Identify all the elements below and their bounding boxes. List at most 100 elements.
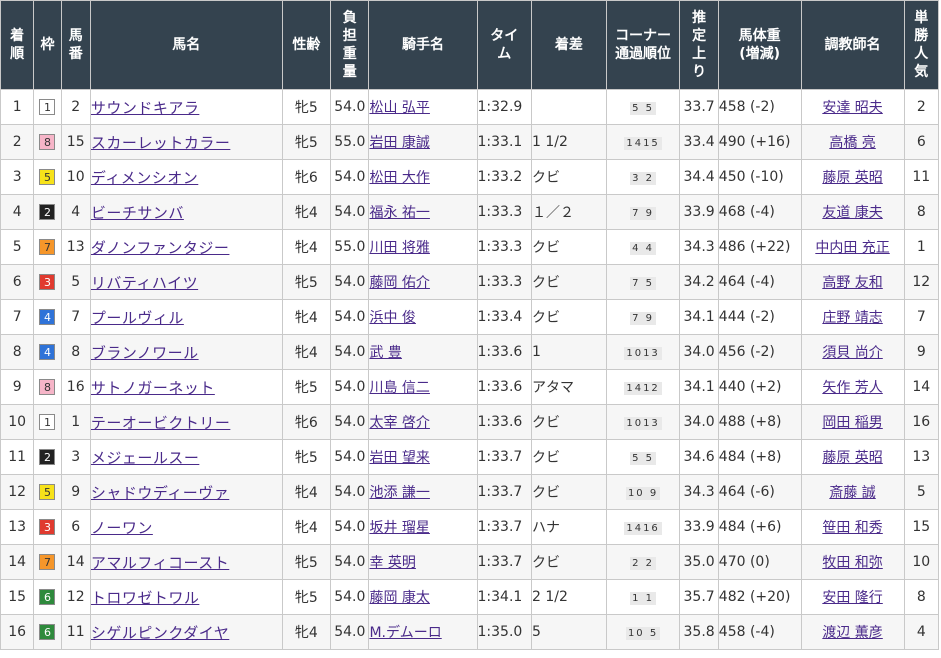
corner-cell: 3 2 [605,159,681,195]
corner-cell: 5 5 [605,89,681,125]
jockey-cell: 武 豊 [368,334,478,370]
jockey-name-link[interactable]: 岩田 康誠 [370,135,430,151]
horse-name-link[interactable]: トロワゼトワル [91,589,199,607]
trainer-name-link[interactable]: 藤原 英昭 [822,170,882,186]
sex-age-cell: 牝4 [281,229,332,265]
rank-cell: 14 [0,544,35,580]
horse-name-link[interactable]: ビーチサンバ [91,204,184,222]
popularity-cell: 5 [903,474,940,510]
waku-cell: 1 [33,89,62,125]
time-cell: 1:33.7 [476,544,533,580]
trainer-cell: 牧田 和弥 [800,544,905,580]
jockey-name-link[interactable]: 川田 将雅 [370,240,430,256]
horse-name-link[interactable]: アマルフィコースト [91,554,229,572]
horse-name-link[interactable]: サウンドキアラ [91,99,199,117]
jockey-name-link[interactable]: 福永 祐一 [370,205,430,221]
horse-name-link[interactable]: シゲルピンクダイヤ [91,624,229,642]
waku-cell: 8 [33,124,62,160]
corner-cell: 2 2 [605,544,681,580]
waku-badge: 4 [39,309,56,325]
jockey-name-link[interactable]: 藤岡 康太 [370,590,430,606]
rank-cell: 6 [0,264,35,300]
horse-cell: プールヴィル [89,299,283,335]
popularity-cell: 10 [903,544,940,580]
sex-age-cell: 牝5 [281,89,332,125]
header-corner: コーナー 通過順位 [605,0,681,90]
trainer-name-link[interactable]: 高橋 亮 [829,135,875,151]
header-last3f: 推 定 上 り [679,0,719,90]
waku-badge: 2 [39,449,56,465]
margin-cell: クビ [531,299,607,335]
horse-cell: トロワゼトワル [89,579,283,615]
rank-cell: 7 [0,299,35,335]
waku-badge: 1 [39,99,56,115]
trainer-name-link[interactable]: 岡田 稲男 [822,415,882,431]
jockey-name-link[interactable]: M.デムーロ [370,625,442,641]
sex-age-cell: 牝5 [281,369,332,405]
waku-badge: 6 [39,589,56,605]
trainer-name-link[interactable]: 斎藤 誠 [829,485,875,501]
popularity-cell: 13 [903,439,940,475]
jockey-name-link[interactable]: 川島 信二 [370,380,430,396]
jockey-name-link[interactable]: 坂井 瑠星 [370,520,430,536]
jockey-name-link[interactable]: 松山 弘平 [370,100,430,116]
table-row: 2 8 15 スカーレットカラー 牝5 55.0 岩田 康誠 1:33.1 1 1/2 1415 3… [0,124,940,160]
trainer-name-link[interactable]: 牧田 和弥 [822,555,882,571]
jockey-name-link[interactable]: 松田 大作 [370,170,430,186]
horse-name-link[interactable]: スカーレットカラー [91,134,230,152]
horse-cell: ブランノワール [89,334,283,370]
trainer-name-link[interactable]: 庄野 靖志 [822,310,882,326]
horse-name-link[interactable]: サトノガーネット [91,379,215,397]
jockey-name-link[interactable]: 太宰 啓介 [370,415,430,431]
jockey-name-link[interactable]: 武 豊 [370,345,402,361]
trainer-name-link[interactable]: 安田 隆行 [822,590,882,606]
horse-name-link[interactable]: ダノンファンタジー [91,239,229,257]
waku-badge: 8 [39,379,56,395]
time-cell: 1:32.9 [476,89,533,125]
time-cell: 1:35.0 [476,614,533,650]
horse-name-link[interactable]: メジェールスー [91,449,199,467]
trainer-name-link[interactable]: 渡辺 薫彦 [822,625,882,641]
horse-name-link[interactable]: プールヴィル [91,309,184,327]
trainer-name-link[interactable]: 藤原 英昭 [822,450,882,466]
horse-cell: リバティハイツ [89,264,283,300]
jockey-cell: 浜中 俊 [368,299,478,335]
corner-cell: 1415 [605,124,681,160]
trainer-name-link[interactable]: 笹田 和秀 [822,520,882,536]
last3f-cell: 33.4 [679,124,719,160]
trainer-cell: 友道 康夫 [800,194,905,230]
last3f-cell: 33.9 [679,509,719,545]
trainer-name-link[interactable]: 友道 康夫 [822,205,882,221]
margin-cell: クビ [531,404,607,440]
trainer-name-link[interactable]: 高野 友和 [822,275,882,291]
trainer-name-link[interactable]: 中内田 充正 [815,240,889,256]
table-row: 5 7 13 ダノンファンタジー 牝4 55.0 川田 将雅 1:33.3 クビ 4 4 34.3 4… [0,229,940,265]
waku-cell: 3 [33,509,62,545]
trainer-name-link[interactable]: 矢作 芳人 [822,380,882,396]
waku-cell: 5 [33,159,62,195]
weight-cell: 54.0 [330,264,370,300]
jockey-name-link[interactable]: 池添 謙一 [370,485,430,501]
trainer-name-link[interactable]: 安達 昭夫 [822,100,882,116]
body-weight-cell: 456 (-2) [717,334,802,370]
waku-badge: 6 [39,624,56,640]
table-row: 3 5 10 ディメンシオン 牝6 54.0 松田 大作 1:33.2 クビ 3 2 34.4 450… [0,159,940,195]
last3f-cell: 34.1 [679,299,719,335]
rank-cell: 1 [0,89,35,125]
trainer-name-link[interactable]: 須貝 尚介 [822,345,882,361]
horse-name-link[interactable]: ブランノワール [91,344,198,362]
body-weight-cell: 470 (0) [717,544,802,580]
jockey-name-link[interactable]: 幸 英明 [370,555,416,571]
jockey-name-link[interactable]: 岩田 望来 [370,450,430,466]
trainer-cell: 高野 友和 [800,264,905,300]
horse-name-link[interactable]: ディメンシオン [91,169,198,187]
horse-name-link[interactable]: ノーワン [91,519,153,537]
sex-age-cell: 牝5 [281,544,332,580]
rank-cell: 13 [0,509,35,545]
horse-name-link[interactable]: テーオービクトリー [91,414,230,432]
jockey-name-link[interactable]: 藤岡 佑介 [370,275,430,291]
jockey-name-link[interactable]: 浜中 俊 [370,310,416,326]
horse-name-link[interactable]: シャドウディーヴァ [91,484,229,502]
trainer-cell: 中内田 充正 [800,229,905,265]
horse-name-link[interactable]: リバティハイツ [91,274,198,292]
